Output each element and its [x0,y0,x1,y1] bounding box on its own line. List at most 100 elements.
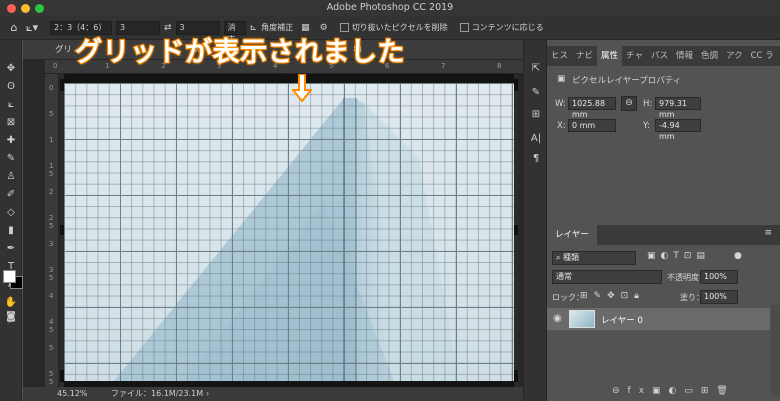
tab-channels[interactable]: チャ [622,46,647,66]
zoom-level[interactable]: 45.12% [57,387,88,401]
window-title: Adobe Photoshop CC 2019 [326,2,454,13]
crop-tool-icon[interactable]: ⟀ [4,98,18,112]
frame-tool-icon[interactable]: ⊠ [4,116,18,130]
layer-filter-select[interactable]: ⌕ 種類 [552,251,636,265]
annotation-text: グリッドが表示されました [74,36,406,69]
layer-footer-icons[interactable]: ⊖fx▣◐▭⊞🗑︎ [612,386,736,396]
title-bar: Adobe Photoshop CC 2019 [0,0,780,16]
opacity-input[interactable]: 100% [700,270,738,284]
tab-info[interactable]: 情報 [672,46,697,66]
lock-icons[interactable]: ⊞✎✥⊡🔒︎ [580,291,645,301]
ruler-label: 5 [49,110,54,118]
brush-tool-icon[interactable]: ✎ [4,152,18,166]
content-aware-checkbox[interactable] [459,23,469,32]
ruler-label: 1 5 [49,162,54,178]
crop-handle-bottom-left[interactable] [60,370,64,382]
annotation-arrow-icon [292,74,312,102]
ruler-label: 8 [497,62,502,70]
layer-filter-value: 種類 [563,253,580,262]
crop-handle-top-right-v[interactable] [514,79,518,91]
tab-paths[interactable]: パス [647,46,672,66]
lasso-tool-icon[interactable]: ʘ [4,80,18,94]
move-tool-icon[interactable]: ✥ [4,62,18,76]
w-label: W: [555,99,566,109]
document-tab-label: グリ [55,45,73,55]
status-bar: 45.12% ファイル：16.1M/23.1M › [23,387,523,401]
panel-menu-icon[interactable]: ≡ [764,228,772,238]
content-aware-option: コンテンツに応じる [459,22,544,33]
crop-handle-top[interactable] [279,79,293,83]
h-label: H: [643,99,653,109]
ruler-label: 5 5 [49,370,54,386]
filter-toggle-icon[interactable]: ● [734,251,742,261]
y-label: Y: [643,121,650,131]
tab-adjustments[interactable]: 色調 [697,46,722,66]
properties-tabs: ヒス ナビ 属性 チャ パス 情報 色調 アク CC ラ [547,46,780,66]
tab-actions[interactable]: アク [722,46,747,66]
ruler-label: 0 [53,62,58,70]
foreground-color-swatch[interactable] [3,270,16,283]
tools-panel: ✥ ʘ ⟀ ⊠ ✚ ✎ ♙ ✐ ◇ ▮ ✒ T ➤ ✋ ⌕ ◙ [0,40,23,401]
status-expand-icon[interactable]: › [206,387,209,401]
ruler-label: 7 [441,62,446,70]
layer-thumbnail [569,310,595,328]
gradient-tool-icon[interactable]: ▮ [4,224,18,238]
y-input[interactable]: -4.94 mm [655,119,701,141]
crop-handle-right[interactable] [514,225,518,235]
x-input[interactable]: 0 mm [568,119,616,132]
search-icon: ⌕ [556,253,564,262]
hand-tool-icon[interactable]: ✋ [4,296,18,310]
crop-handle-left[interactable] [60,225,64,235]
tab-properties[interactable]: 属性 [597,46,623,66]
visibility-eye-icon[interactable]: ◉ [553,313,562,324]
building-photo[interactable] [64,83,514,381]
w-input[interactable]: 1025.88 mm [568,97,616,119]
pen-tool-icon[interactable]: ✒ [4,242,18,256]
grid-overlay [64,83,514,381]
crop-handle-bottom-right[interactable] [514,370,518,382]
ruler-label: 2 [49,188,54,196]
layers-tab-bar: レイヤー ≡ [547,225,780,245]
ruler-label: 3 [49,240,54,248]
crop-tool-icon[interactable]: ⟀▾ [26,21,46,35]
vertical-ruler: 0 5 1 1 5 2 2 5 3 3 5 4 4 5 5 5 5 [45,74,59,387]
h-input[interactable]: 979.31 mm [655,97,701,119]
file-info[interactable]: ファイル：16.1M/23.1M [111,387,203,401]
clone-stamp-icon[interactable]: ♙ [4,170,18,184]
blend-mode-select[interactable]: 通常 [552,270,662,284]
pixel-layer-icon: ▣ [557,74,566,84]
layer-filter-icons[interactable]: ▣◐T⊡▤ [647,251,710,261]
fill-input[interactable]: 100% [700,290,738,304]
brush-settings-icon[interactable]: ✎ [529,86,543,100]
tab-cc-libraries[interactable]: CC ラ [747,46,778,66]
quick-mask-icon[interactable]: ◙ [4,310,18,324]
history-brush-icon[interactable]: ✐ [4,188,18,202]
paragraph-panel-icon[interactable]: ¶ [529,152,543,166]
panel-icon-strip: ⇱ ✎ ⊞ A| ¶ [523,40,547,401]
ruler-label: 1 [49,136,54,144]
content-aware-label: コンテンツに応じる [471,23,544,32]
history-panel-icon[interactable]: ⇱ [529,62,543,76]
ruler-label: 2 5 [49,214,54,230]
zoom-window-button[interactable] [35,4,44,13]
link-icon[interactable]: ⊖ [621,96,637,111]
tab-navigator[interactable]: ナビ [572,46,597,66]
layers-scrollbar[interactable] [771,305,780,395]
ruler-label: 5 [49,344,54,352]
healing-brush-icon[interactable]: ✚ [4,134,18,148]
ruler-label: 0 [49,84,54,92]
tab-layers[interactable]: レイヤー [547,225,597,245]
crop-handle-top-left-v[interactable] [60,79,64,91]
layer-row[interactable]: ◉ レイヤー 0 [547,308,770,330]
close-window-button[interactable] [7,4,16,13]
eraser-tool-icon[interactable]: ◇ [4,206,18,220]
home-icon[interactable]: ⌂ [6,21,22,34]
character-panel-icon[interactable]: A| [529,132,543,146]
properties-header: ピクセルレイヤープロパティ [572,76,682,86]
ruler-label: 4 [49,292,54,300]
layer-name[interactable]: レイヤー 0 [601,314,643,326]
swatches-icon[interactable]: ⊞ [529,108,543,122]
minimize-window-button[interactable] [21,4,30,13]
tab-history[interactable]: ヒス [547,46,572,66]
ruler-label: 4 5 [49,318,54,334]
